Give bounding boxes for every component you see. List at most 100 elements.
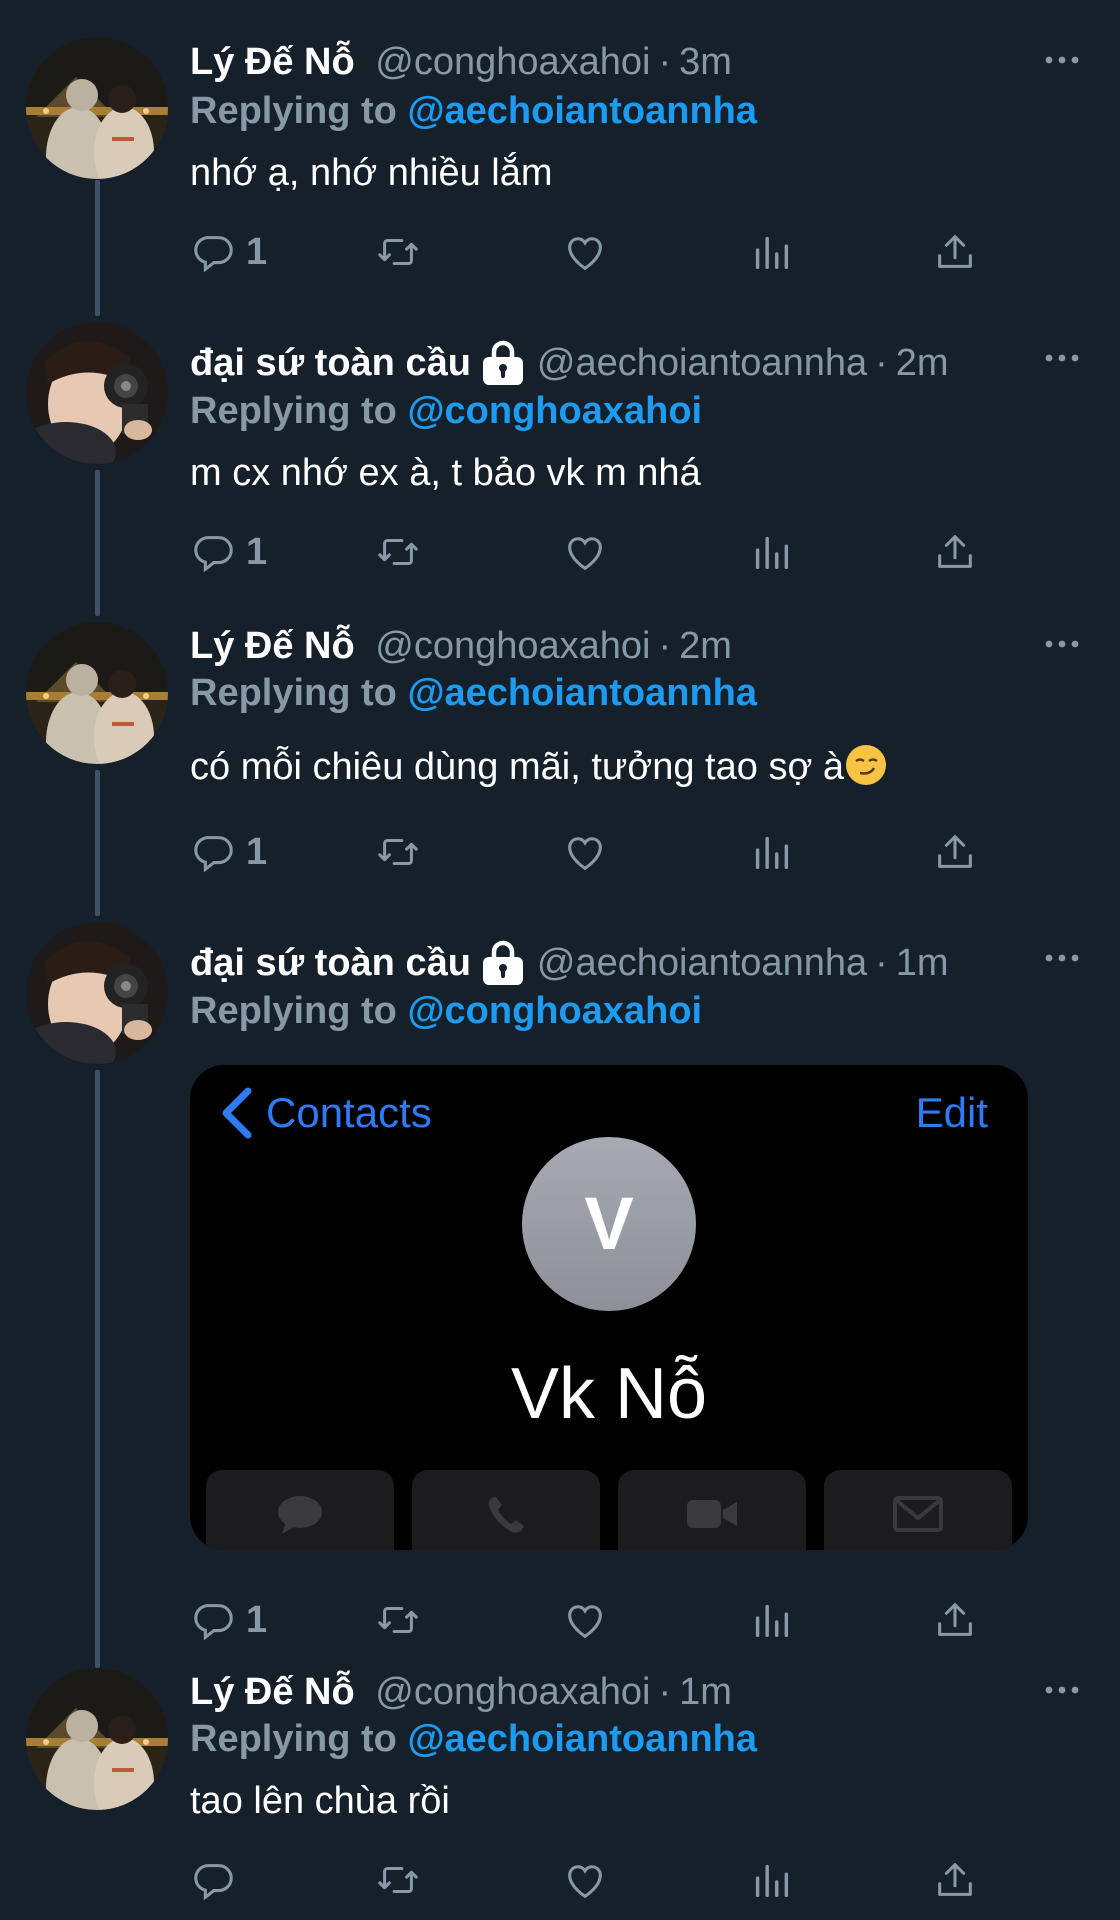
avatar[interactable]: [26, 37, 168, 179]
share-icon: [932, 1857, 978, 1903]
tweet[interactable]: Lý Đế Nỗ @conghoaxahoi · 3m Replying to @a…: [0, 0, 1120, 310]
tweet-header: đại sứ toàn cầu @aechoiantoannha · 1m: [190, 936, 949, 984]
reply-count: 1: [246, 530, 268, 573]
retweet-icon: [375, 1857, 421, 1903]
call-button: [412, 1470, 600, 1550]
replying-to: Replying to @conghoaxahoi: [190, 988, 702, 1034]
mention-link[interactable]: @aechoiantoannha: [407, 90, 757, 132]
timestamp[interactable]: 1m: [896, 942, 949, 984]
more-icon[interactable]: [1044, 1684, 1080, 1696]
tweet-text: tao lên chùa rồi: [190, 1780, 450, 1822]
tweet-text: m cx nhớ ex à, t bảo vk m nhá: [190, 452, 701, 494]
replying-to: Replying to @aechoiantoannha: [190, 1716, 757, 1762]
more-icon[interactable]: [1044, 638, 1080, 650]
analytics-button[interactable]: [748, 828, 794, 876]
timestamp[interactable]: 2m: [896, 342, 949, 384]
analytics-button[interactable]: [748, 1856, 794, 1904]
separator-dot: ·: [875, 942, 888, 985]
tweet[interactable]: đại sứ toàn cầu @aechoiantoannha · 1m Reply…: [0, 910, 1120, 1660]
display-name[interactable]: đại sứ toàn cầu: [190, 342, 471, 384]
separator-dot: ·: [658, 625, 672, 667]
like-button[interactable]: [562, 828, 608, 876]
retweet-button[interactable]: [375, 228, 421, 276]
mention-link[interactable]: @conghoaxahoi: [407, 990, 702, 1032]
share-button[interactable]: [932, 828, 978, 876]
mail-button: [824, 1470, 1012, 1550]
reply-button[interactable]: 1: [190, 228, 267, 276]
like-button[interactable]: [562, 228, 608, 276]
analytics-button[interactable]: [748, 228, 794, 276]
mention-link[interactable]: @aechoiantoannha: [407, 672, 757, 714]
reply-icon: [190, 229, 236, 275]
replying-to: Replying to @aechoiantoannha: [190, 670, 757, 716]
handle[interactable]: @conghoaxahoi: [375, 1671, 650, 1713]
retweet-button[interactable]: [375, 1856, 421, 1904]
tweet-image[interactable]: Contacts Edit V Vk Nỗ: [190, 1065, 1028, 1550]
handle[interactable]: @aechoiantoannha: [537, 342, 867, 384]
share-button[interactable]: [932, 528, 978, 576]
replying-label: Replying to: [190, 990, 397, 1032]
replying-to: Replying to @aechoiantoannha: [190, 88, 757, 134]
reply-button[interactable]: 1: [190, 828, 267, 876]
tweet[interactable]: đại sứ toàn cầu @aechoiantoannha · 2m Reply…: [0, 310, 1120, 610]
share-button[interactable]: [932, 1596, 978, 1644]
contact-avatar: V: [522, 1137, 696, 1311]
lock-icon: [477, 936, 529, 988]
analytics-button[interactable]: [748, 1596, 794, 1644]
share-button[interactable]: [932, 228, 978, 276]
mention-link[interactable]: @aechoiantoannha: [407, 1718, 757, 1760]
reply-count: 1: [246, 830, 268, 873]
contact-name: Vk Nỗ: [510, 1354, 708, 1434]
tweet[interactable]: Lý Đế Nỗ @conghoaxahoi · 2m Replying to @a…: [0, 610, 1120, 910]
tweet[interactable]: Lý Đế Nỗ @conghoaxahoi · 1m Replying to @a…: [0, 1660, 1120, 1920]
separator-dot: ·: [658, 41, 672, 83]
replying-label: Replying to: [190, 390, 397, 432]
timestamp[interactable]: 1m: [679, 1671, 732, 1713]
avatar[interactable]: [26, 322, 168, 464]
reply-button[interactable]: [190, 1856, 236, 1904]
phone-icon: [488, 1497, 524, 1533]
reply-button[interactable]: 1: [190, 1596, 267, 1644]
reply-button[interactable]: 1: [190, 528, 267, 576]
reply-icon: [190, 529, 236, 575]
tweet-header: đại sứ toàn cầu @aechoiantoannha · 2m: [190, 336, 949, 384]
share-icon: [932, 829, 978, 875]
like-button[interactable]: [562, 528, 608, 576]
tweet-header: Lý Đế Nỗ @conghoaxahoi · 2m: [190, 622, 732, 670]
like-button[interactable]: [562, 1856, 608, 1904]
share-button[interactable]: [932, 1856, 978, 1904]
share-icon: [932, 229, 978, 275]
more-icon[interactable]: [1044, 352, 1080, 364]
tweet-actions: 1: [190, 828, 990, 876]
display-name[interactable]: Lý Đế Nỗ: [190, 625, 355, 667]
retweet-button[interactable]: [375, 1596, 421, 1644]
mention-link[interactable]: @conghoaxahoi: [407, 390, 702, 432]
display-name[interactable]: Lý Đế Nỗ: [190, 1671, 355, 1713]
timestamp[interactable]: 2m: [679, 625, 732, 667]
avatar[interactable]: [26, 922, 168, 1064]
handle[interactable]: @conghoaxahoi: [375, 625, 650, 667]
retweet-button[interactable]: [375, 828, 421, 876]
like-button[interactable]: [562, 1596, 608, 1644]
avatar[interactable]: [26, 1668, 168, 1810]
avatar[interactable]: [26, 622, 168, 764]
like-icon: [562, 229, 608, 275]
tweet-text: có mỗi chiêu dùng mãi, tưởng tao sợ à: [190, 742, 887, 792]
more-icon[interactable]: [1044, 952, 1080, 964]
handle[interactable]: @conghoaxahoi: [375, 41, 650, 83]
display-name[interactable]: Lý Đế Nỗ: [190, 41, 355, 83]
retweet-button[interactable]: [375, 528, 421, 576]
tweet-actions: [190, 1856, 990, 1904]
smirk-emoji-icon: [846, 745, 887, 785]
more-icon[interactable]: [1044, 54, 1080, 66]
display-name[interactable]: đại sứ toàn cầu: [190, 942, 471, 984]
retweet-icon: [375, 829, 421, 875]
replying-label: Replying to: [190, 672, 397, 714]
like-icon: [562, 1857, 608, 1903]
contacts-back-button: Contacts: [218, 1083, 432, 1143]
chevron-left-icon: [222, 1087, 252, 1139]
analytics-button[interactable]: [748, 528, 794, 576]
handle[interactable]: @aechoiantoannha: [537, 942, 867, 984]
tweet-actions: 1: [190, 528, 990, 576]
timestamp[interactable]: 3m: [679, 41, 732, 83]
